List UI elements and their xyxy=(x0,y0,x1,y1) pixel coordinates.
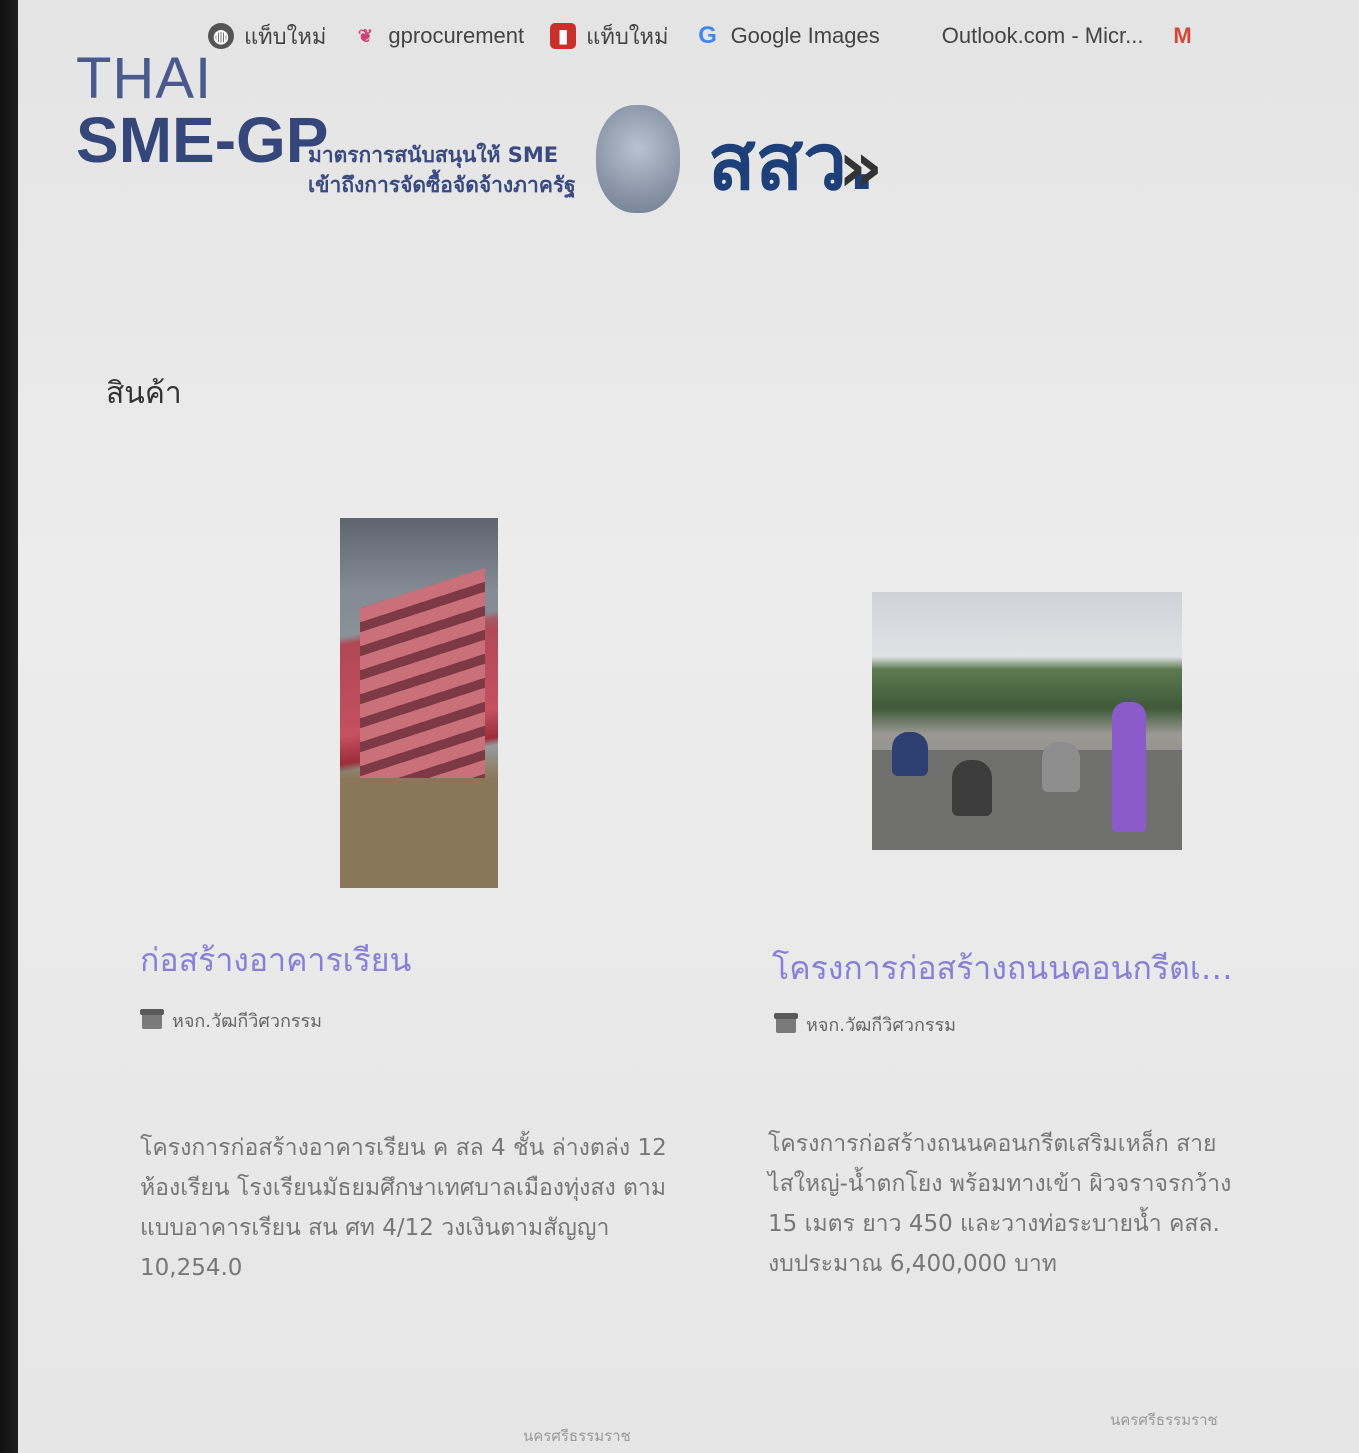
section-title: สินค้า xyxy=(106,376,182,411)
product-image[interactable] xyxy=(340,518,498,888)
seller-name: หจก.วัฒกีวิศวกรรม xyxy=(172,1011,323,1032)
product-title[interactable]: โครงการก่อสร้างถนนคอนกรีตเสริมเหล็... xyxy=(772,943,1252,994)
store-icon xyxy=(140,1008,164,1029)
bookmark-gmail[interactable]: M xyxy=(1169,23,1195,49)
ground-illustration xyxy=(340,778,498,888)
bookmark-label: แท็บใหม่ xyxy=(244,23,327,49)
microsoft-icon xyxy=(906,23,932,49)
tagline-line2: เข้าถึงการจัดซื้อจัดจ้างภาครัฐ xyxy=(308,173,576,197)
bookmark-label: Outlook.com - Micr... xyxy=(941,23,1144,48)
worker-figure xyxy=(1042,742,1080,792)
bookmark-label: Google Images xyxy=(730,23,880,48)
product-image[interactable] xyxy=(872,592,1182,850)
tagline-line1: มาตรการสนับสนุนให้ SME xyxy=(308,143,559,167)
bookmark-google-images[interactable]: G Google Images xyxy=(695,22,880,49)
bookmark-label: แท็บใหม่ xyxy=(586,23,669,49)
bookmark-label: gprocurement xyxy=(388,23,525,48)
bookmark-outlook[interactable]: Outlook.com - Micr... xyxy=(906,23,1144,49)
bookmark-new-tab-1[interactable]: ◍ แท็บใหม่ xyxy=(208,19,326,54)
product-seller[interactable]: หจก.วัฒกีวิศวกรรม xyxy=(140,1006,323,1035)
gmail-icon: M xyxy=(1173,23,1192,48)
product-description: โครงการก่อสร้างอาคารเรียน ค สล 4 ชั้น ล่… xyxy=(140,1135,667,1281)
logo-line1: THAI xyxy=(76,46,213,111)
bookmark-gprocurement[interactable]: ❦ gprocurement xyxy=(352,23,524,49)
worker-figure xyxy=(952,760,992,816)
product-location: นครศรีธรรมราช xyxy=(523,1427,631,1445)
logo-tagline: มาตรการสนับสนุนให้ SME เข้าถึงการจัดซื้อ… xyxy=(308,140,576,200)
worker-figure xyxy=(1112,702,1146,832)
browser-screen: ◍ แท็บใหม่ ❦ gprocurement ▮ แท็บใหม่ G G… xyxy=(18,0,1359,1453)
government-seal-icon xyxy=(596,105,680,213)
gprocurement-icon: ❦ xyxy=(357,25,373,46)
worker-figure xyxy=(892,732,928,776)
product-title[interactable]: ก่อสร้างอาคารเรียน xyxy=(140,935,411,986)
store-icon xyxy=(774,1012,798,1033)
product-description: โครงการก่อสร้างถนนคอนกรีตเสริมเหล็ก สายไ… xyxy=(768,1131,1232,1277)
google-icon: G xyxy=(698,22,717,49)
bookmark-new-tab-2[interactable]: ▮ แท็บใหม่ xyxy=(550,19,669,54)
product-location: นครศรีธรรมราช xyxy=(1110,1411,1218,1429)
product-seller[interactable]: หจก.วัฒกีวิศวกรรม xyxy=(774,1010,957,1039)
tab-icon: ▮ xyxy=(550,23,577,49)
chevron-right-icon: » xyxy=(838,126,883,208)
seller-name: หจก.วัฒกีวิศวกรรม xyxy=(806,1015,957,1036)
